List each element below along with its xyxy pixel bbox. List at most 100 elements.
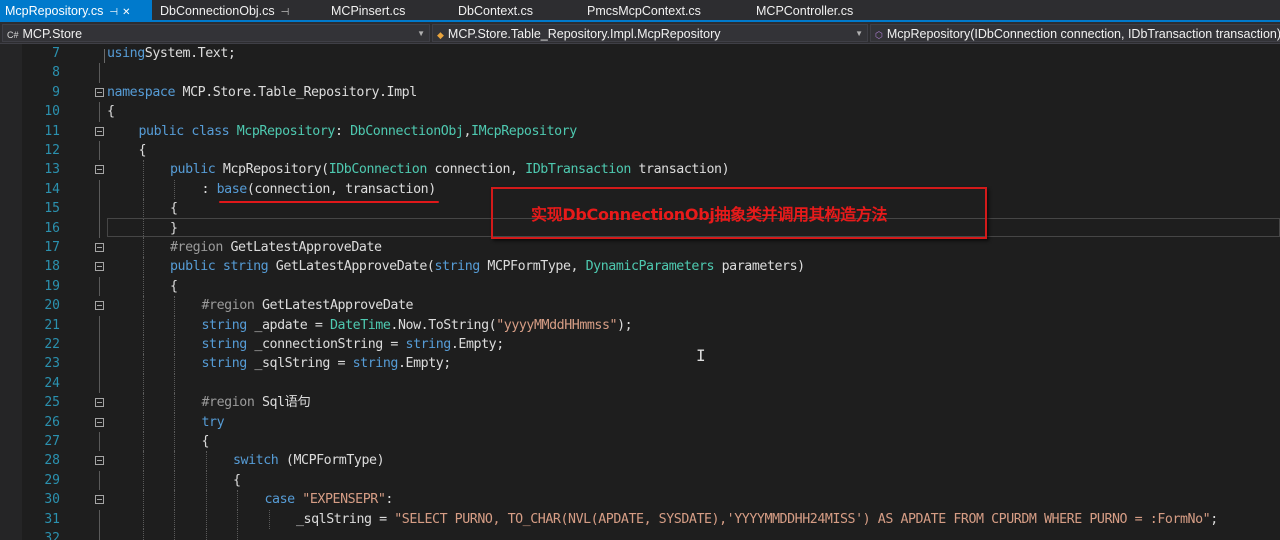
type-dropdown[interactable]: ◆ MCP.Store.Table_Repository.Impl.McpRepo… <box>432 24 868 42</box>
code-line[interactable]: 8 <box>0 63 1280 83</box>
code-line[interactable]: 9 namespace MCP.Store.Table_Repository.Im… <box>0 83 1280 102</box>
code-line[interactable]: 24 <box>0 373 1280 394</box>
code-text[interactable]: switch (MCPFormType) <box>233 451 385 470</box>
code-line[interactable]: 25 #region Sql语句 <box>0 393 1280 413</box>
tab-mcpinsert[interactable]: MCPinsert.cs <box>331 0 405 20</box>
token-kw: string <box>201 317 248 333</box>
indent-guide <box>142 238 144 258</box>
code-text[interactable]: try <box>202 413 225 432</box>
tab-pmcsmcpcontext[interactable]: PmcsMcpContext.cs <box>587 0 701 20</box>
code-line[interactable]: 30 case "EXPENSEPR": <box>0 490 1280 510</box>
code-text[interactable]: : base(connection, transaction) <box>202 180 437 199</box>
code-text[interactable]: public McpRepository(IDbConnection conne… <box>170 160 730 179</box>
code-line[interactable]: 12 { <box>0 141 1280 161</box>
code-text[interactable]: public string GetLatestApproveDate(strin… <box>170 257 805 276</box>
code-line[interactable]: 13 public McpRepository(IDbConnection con… <box>0 160 1280 180</box>
collapse-outline-icon[interactable] <box>95 87 104 97</box>
token-plain: { <box>201 434 210 449</box>
code-line[interactable]: 29 { <box>0 470 1280 491</box>
code-text[interactable]: { <box>107 102 115 121</box>
code-text[interactable]: #region Sql语句 <box>202 393 311 412</box>
member-dropdown[interactable]: ⬡ McpRepository(IDbConnection connection,… <box>870 24 1280 42</box>
collapse-outline-icon[interactable] <box>95 126 104 136</box>
token-plain: GetLatestApproveDate <box>254 298 414 314</box>
indent-guide <box>205 470 207 491</box>
token-plain: _sqlString = <box>246 356 353 372</box>
code-text[interactable]: { <box>170 199 178 218</box>
token-kw: namespace <box>107 84 175 100</box>
code-line[interactable]: 31 _sqlString = "SELECT PURNO, TO_CHAR(NV… <box>0 509 1280 529</box>
outline-guide <box>99 470 100 491</box>
code-text[interactable]: case "EXPENSEPR": <box>265 490 394 509</box>
code-text[interactable]: #region GetLatestApproveDate <box>202 296 414 315</box>
tab-mcprepository[interactable]: McpRepository.cs ⊣ ✕ <box>0 0 152 20</box>
outline-guide <box>99 315 100 335</box>
code-line[interactable]: 21 string _apdate = DateTime.Now.ToString… <box>0 315 1280 335</box>
code-line[interactable]: 11 public class McpRepository: DbConnecti… <box>0 122 1280 141</box>
collapse-outline-icon[interactable] <box>95 398 104 408</box>
document-tab-bar: McpRepository.cs ⊣ ✕ DbConnectionObj.cs ⊣ M… <box>0 0 1280 22</box>
code-text[interactable]: string _sqlString = string.Empty; <box>202 354 452 373</box>
tab-dbconnectionobj[interactable]: DbConnectionObj.cs ⊣ <box>160 0 289 20</box>
line-number: 11 <box>44 123 60 139</box>
code-line[interactable]: 17 #region GetLatestApproveDate <box>0 238 1280 258</box>
code-text[interactable]: _sqlString = "SELECT PURNO, TO_CHAR(NVL(… <box>296 510 1218 529</box>
collapse-outline-icon[interactable] <box>95 243 104 252</box>
indent-guide <box>142 160 144 180</box>
collapse-outline-icon[interactable] <box>95 495 104 505</box>
code-text[interactable]: { <box>202 432 210 451</box>
collapse-outline-icon[interactable] <box>95 417 104 427</box>
chevron-down-icon[interactable]: ▼ <box>855 25 863 41</box>
code-text[interactable]: string _connectionString = string.Empty; <box>202 335 505 354</box>
collapse-outline-icon[interactable] <box>95 165 104 175</box>
code-editor[interactable]: 7 usingSystem.Text; 8 9 namespace MCP.Store.… <box>0 44 1280 540</box>
line-number: 27 <box>44 434 60 449</box>
code-line[interactable]: 27 { <box>0 432 1280 452</box>
token-str: "EXPENSEPR" <box>302 492 386 508</box>
token-pre: #region <box>201 395 255 411</box>
line-number: 24 <box>44 375 60 391</box>
tab-dbcontext[interactable]: DbContext.cs <box>458 0 533 20</box>
code-text[interactable]: usingSystem.Text; <box>107 44 236 63</box>
indent-guide <box>142 412 144 432</box>
token-plain: { <box>170 278 178 294</box>
tab-label: MCPController.cs <box>756 4 854 18</box>
code-text[interactable]: public class McpRepository: DbConnection… <box>139 122 578 141</box>
collapse-outline-icon[interactable] <box>95 301 104 311</box>
indent-guide <box>142 315 144 335</box>
token-kw: try <box>201 414 225 430</box>
outline-guide <box>99 63 100 83</box>
code-line[interactable]: 22 string _connectionString = string.Empt… <box>0 335 1280 355</box>
token-kw: switch <box>233 453 279 469</box>
code-line[interactable]: 28 switch (MCPFormType) <box>0 451 1280 471</box>
tab-mcpcontroller[interactable]: MCPController.cs <box>756 0 853 20</box>
code-text[interactable]: { <box>170 277 178 296</box>
code-line[interactable]: 20 #region GetLatestApproveDate <box>0 296 1280 316</box>
code-text[interactable]: namespace MCP.Store.Table_Repository.Imp… <box>107 83 417 102</box>
chevron-down-icon[interactable]: ▼ <box>417 25 425 41</box>
code-text[interactable]: #region GetLatestApproveDate <box>170 238 382 257</box>
indent-guide <box>174 470 175 491</box>
code-line[interactable]: 18 public string GetLatestApproveDate(str… <box>0 257 1280 277</box>
indent-guide <box>142 393 144 413</box>
indent-guide <box>142 490 144 510</box>
project-dropdown[interactable]: C# MCP.Store ▼ <box>2 24 430 42</box>
line-number: 19 <box>44 278 60 294</box>
pin-icon[interactable]: ⊣ <box>281 7 290 18</box>
code-line[interactable]: 32 <box>0 529 1280 540</box>
code-line[interactable]: 19 { <box>0 276 1280 297</box>
token-plain: _sqlString = <box>296 511 395 527</box>
code-text[interactable]: string _apdate = DateTime.Now.ToString("… <box>202 316 633 335</box>
collapse-outline-icon[interactable] <box>95 262 104 272</box>
code-line[interactable]: 10 { <box>0 102 1280 122</box>
tab-label: MCPinsert.cs <box>331 4 406 18</box>
code-text[interactable]: { <box>139 141 147 160</box>
pin-icon[interactable]: ⊣ <box>109 7 118 18</box>
code-line[interactable]: 7 usingSystem.Text; <box>0 44 1280 63</box>
code-line[interactable]: 26 try <box>0 412 1280 432</box>
close-icon[interactable]: ✕ <box>122 7 130 18</box>
collapse-outline-icon[interactable] <box>95 456 104 466</box>
code-line[interactable]: 23 string _sqlString = string.Empty; <box>0 354 1280 374</box>
code-text[interactable]: { <box>233 471 241 490</box>
